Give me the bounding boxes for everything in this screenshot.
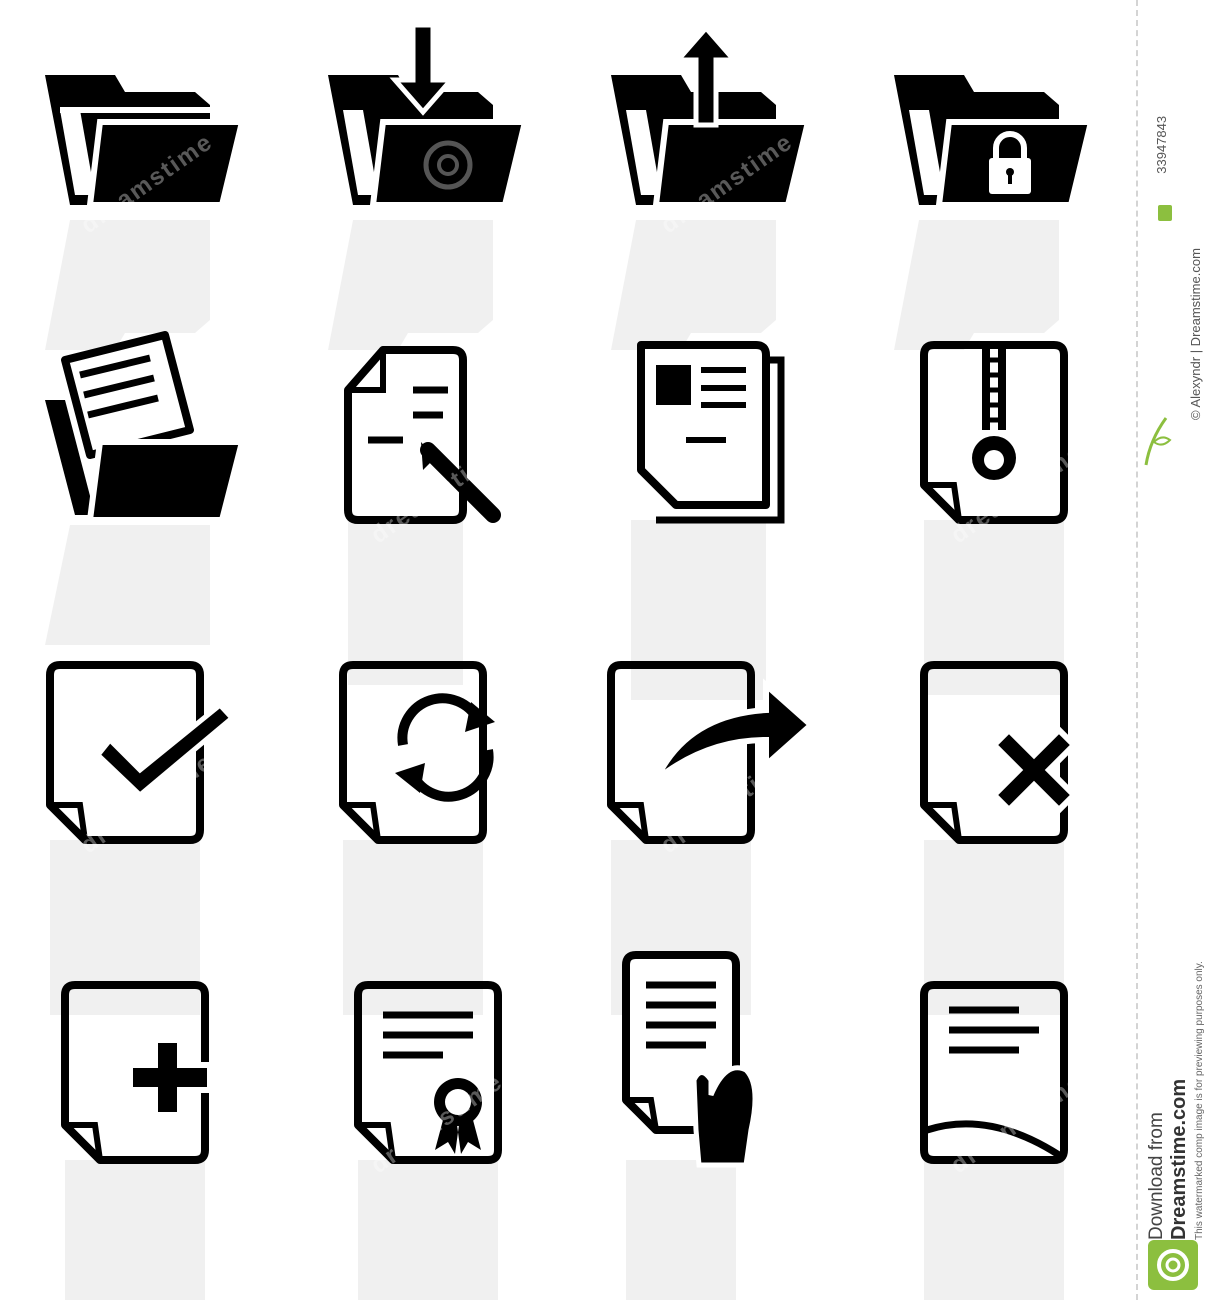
leaf-logo-icon [1144,417,1172,466]
document-add-icon [20,960,303,1300]
copyright-icon: © [1188,410,1203,420]
image-id-value: 33947843 [1154,115,1169,174]
document-sign-icon [303,320,586,685]
folder-documents-icon [20,320,303,645]
id-badge [1158,205,1172,221]
site-name: Dreamstime.com [1168,1078,1190,1240]
document-zip-icon [869,320,1152,695]
folder-download-icon [303,0,586,350]
folder-icon [20,0,303,350]
document-layout-icon [586,320,869,700]
folder-upload-icon [586,0,869,350]
credit-line: © Alexyndr | Dreamstime.com [1188,248,1203,420]
document-delete-icon [869,640,1152,1015]
document-hand-icon [586,951,869,1300]
document-check-icon [20,640,303,1015]
document-certificate-icon [303,960,586,1300]
folder-lock-icon [869,0,1152,350]
credit-text: Alexyndr | Dreamstime.com [1188,248,1203,408]
icon-grid: dreamstime dreamstime dreamstime dreamst… [0,0,1135,1300]
document-share-icon [586,640,869,1015]
dreamstime-logo-icon [1148,1240,1198,1290]
preview-notice: This watermarked comp image is for previ… [1194,961,1205,1240]
image-id: ID 33947843 [1154,116,1169,200]
document-refresh-icon [303,640,586,1015]
download-from: Download from [1146,1112,1167,1240]
id-label: ID [1158,191,1168,200]
document-text-icon [869,960,1152,1300]
credits-sidebar: ID 33947843 © Alexyndr | Dreamstime.com … [1138,0,1227,1300]
